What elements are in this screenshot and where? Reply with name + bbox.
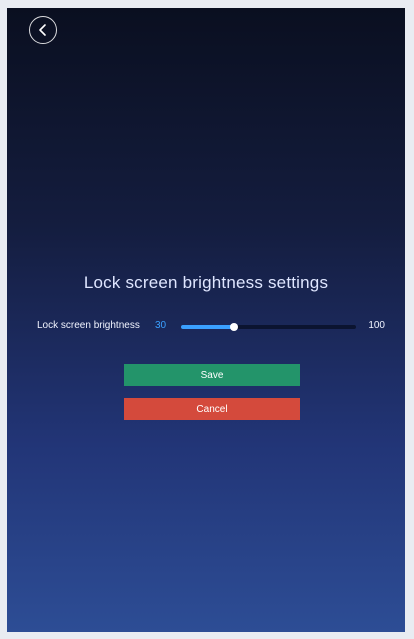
save-button[interactable]: Save	[124, 364, 300, 386]
brightness-label: Lock screen brightness	[37, 320, 140, 331]
chevron-left-icon	[39, 24, 46, 36]
cancel-button[interactable]: Cancel	[124, 398, 300, 420]
page-title: Lock screen brightness settings	[83, 273, 329, 292]
brightness-slider-fill	[181, 325, 234, 329]
brightness-value: 30	[155, 320, 167, 331]
brightness-row: Lock screen brightness 30 100	[37, 318, 387, 336]
back-button[interactable]	[29, 16, 57, 44]
brightness-max-label: 100	[368, 320, 385, 331]
brightness-slider-thumb[interactable]	[229, 323, 238, 331]
settings-screen: Lock screen brightness settings Lock scr…	[7, 8, 405, 632]
brightness-slider[interactable]	[181, 323, 356, 331]
